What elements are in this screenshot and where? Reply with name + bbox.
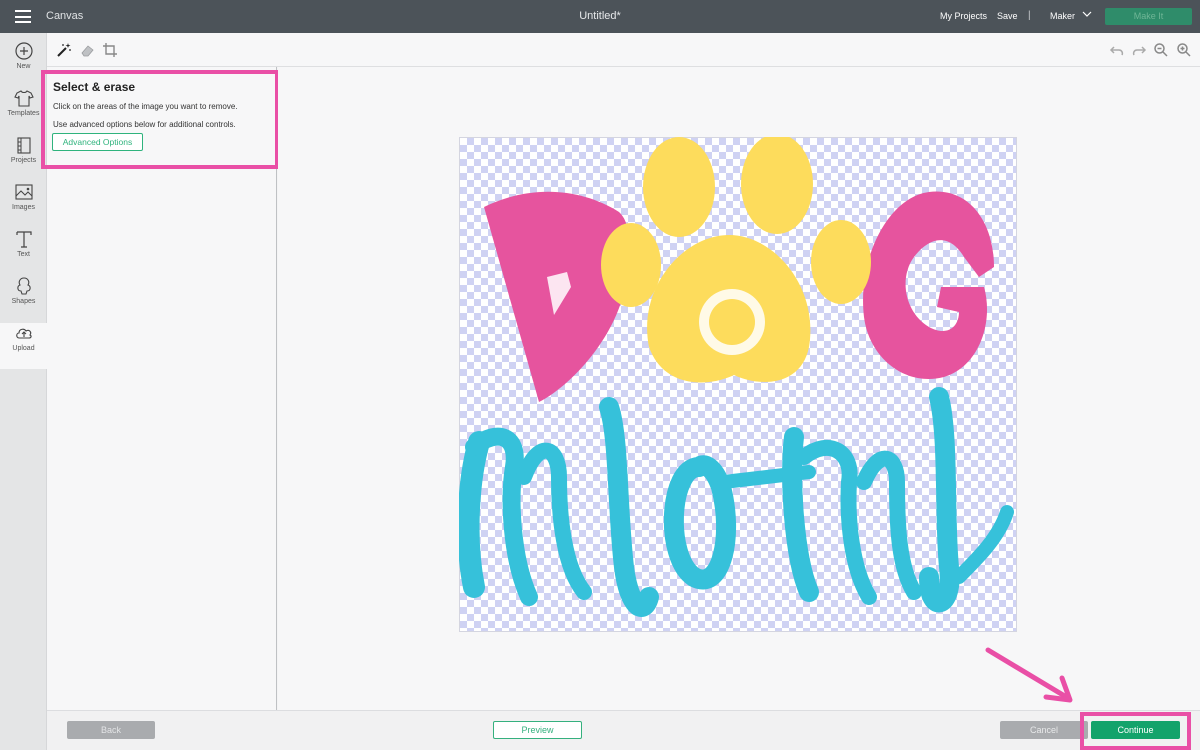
panel-instruction-1: Click on the areas of the image you want…: [53, 102, 238, 111]
projects-icon: [16, 137, 31, 154]
cancel-button[interactable]: Cancel: [1000, 721, 1088, 739]
continue-highlight-annotation: [1080, 712, 1191, 750]
nav-images[interactable]: Images: [0, 182, 47, 228]
paw-toe: [643, 137, 715, 237]
left-nav: New Templates Projects Images Text Shape…: [0, 33, 47, 750]
image-icon: [14, 184, 33, 200]
nav-label: Projects: [10, 157, 37, 164]
magic-wand-icon[interactable]: [56, 42, 72, 58]
nav-label: Templates: [7, 110, 40, 117]
top-bar: Canvas Untitled* My Projects Save | Make…: [0, 0, 1200, 33]
nav-label: Images: [12, 204, 35, 211]
zoom-out-icon[interactable]: [1153, 42, 1169, 58]
advanced-options-button[interactable]: Advanced Options: [52, 133, 143, 151]
app-name: Canvas: [46, 10, 84, 22]
nav-label: Text: [17, 251, 30, 258]
eraser-icon[interactable]: [79, 42, 95, 58]
nav-templates[interactable]: Templates: [0, 88, 47, 134]
panel-instruction-2: Use advanced options below for additiona…: [53, 120, 236, 129]
mom-script: [459, 387, 1014, 617]
pointer-arrow-annotation: [985, 647, 1073, 703]
panel-title: Select & erase: [53, 80, 136, 94]
chevron-down-icon[interactable]: [1082, 9, 1092, 19]
paw-toe: [811, 220, 871, 304]
dog-mom-image[interactable]: [459, 137, 1017, 632]
nav-label: New: [16, 63, 31, 70]
shapes-icon: [16, 277, 31, 295]
my-projects-link[interactable]: My Projects: [940, 11, 987, 21]
undo-icon[interactable]: [1109, 42, 1125, 58]
tool-row: [47, 33, 1200, 67]
crop-icon[interactable]: [102, 42, 118, 58]
nav-shapes[interactable]: Shapes: [0, 276, 47, 322]
make-it-button[interactable]: Make It: [1105, 8, 1192, 25]
paw-toe: [601, 223, 661, 307]
nav-new[interactable]: New: [0, 41, 47, 87]
plus-circle-icon: [14, 42, 33, 60]
paw-toe: [741, 137, 813, 234]
preview-button[interactable]: Preview: [493, 721, 582, 739]
document-title: Untitled*: [579, 10, 621, 22]
tshirt-icon: [13, 90, 34, 107]
cloud-upload-icon: [15, 328, 32, 339]
machine-selector[interactable]: Maker: [1050, 11, 1075, 21]
nav-label: Upload: [12, 345, 35, 352]
nav-label: Shapes: [11, 298, 36, 305]
nav-upload[interactable]: Upload: [0, 323, 47, 369]
back-button[interactable]: Back: [67, 721, 155, 739]
nav-projects[interactable]: Projects: [0, 135, 47, 181]
menu-icon[interactable]: [15, 10, 31, 23]
letter-g-shape: [863, 191, 994, 379]
nav-text[interactable]: Text: [0, 229, 47, 275]
zoom-in-icon[interactable]: [1176, 42, 1192, 58]
text-icon: [15, 231, 32, 248]
paw-pad-center: [709, 299, 755, 345]
save-link[interactable]: Save: [997, 11, 1018, 21]
redo-icon[interactable]: [1131, 42, 1147, 58]
separator: |: [1028, 10, 1031, 21]
